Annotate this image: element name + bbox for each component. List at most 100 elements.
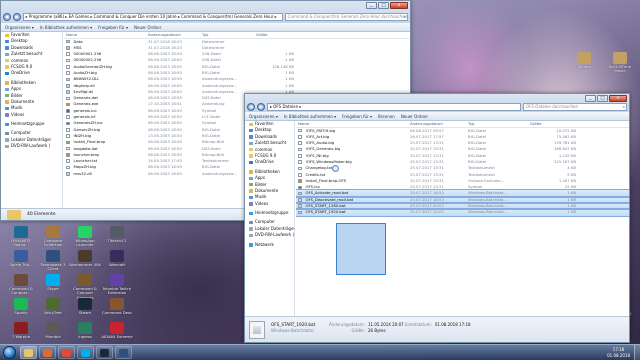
app-icon [78,322,92,334]
desktop-icon-warhammer-40k[interactable]: Warhammer 40K [68,250,102,267]
desktop-icon-dynamite-sound[interactable]: DYNAMITE Sound... [4,226,38,248]
app-icon [100,348,109,357]
toolbar-neuer-ordner-button[interactable]: Neuer Ordner [401,114,428,119]
desktop-icon-teamspeak-3-client[interactable]: Teamspeak 3 Client [36,250,70,272]
taskbar-teamspeak-button[interactable] [115,346,132,359]
desktop-icon-tomato[interactable]: Tomato [567,52,601,69]
desktop-icon-command-conquer[interactable]: Command & Conquer... [4,274,38,296]
column-header-gr-e[interactable]: Größe [528,121,576,127]
column-header-typ[interactable]: Typ [466,121,528,127]
desktop-icon-itchytree[interactable]: ItchyTree [36,298,70,315]
back-button[interactable]: ◀ [247,103,255,111]
desktop-icon-7-warpire[interactable]: 7 Warpire [4,322,38,339]
desktop-icon-mumble-twitch-extension[interactable]: Mumble Twitch Extension [100,274,134,296]
desktop-icon-spiele-trio[interactable]: Spiele Trio... [4,250,38,267]
address-bar[interactable]: ▸ OFS Dateien ▸ [267,103,521,111]
minimize-button[interactable]: _ [366,2,377,9]
app-icon [46,226,60,238]
navigation-pane[interactable]: Favoriten Desktop Downloads Zuletzt besucht… [1,32,63,208]
close-button[interactable]: x [609,95,627,102]
app-icon [43,348,52,357]
desktop-icon-command-desc[interactable]: Command Desc [100,298,134,315]
toolbar-neuer-ordner-button[interactable]: Neuer Ordner [134,25,161,30]
nav-item-heimnetzgruppe[interactable]: Heimnetzgruppe [1,121,62,127]
toolbar-organisieren-button[interactable]: Organisieren ▾ [249,114,278,119]
desktop-icon-steam[interactable]: Steam [68,298,102,315]
toolbar-in-bibliothek-aufnehmen-button[interactable]: In Bibliothek aufnehmen ▾ [284,114,336,119]
explorer-window-ofs[interactable]: _ □ x ◀ ▶ ▸ OFS Dateien ▸ OFS Dateien du… [244,93,630,343]
column-header-nderungsdatum[interactable]: Änderungsdatum [146,32,200,38]
show-desktop-button[interactable] [634,345,640,360]
file-icon [66,121,70,126]
column-header-nderungsdatum[interactable]: Änderungsdatum [408,121,466,127]
forward-button[interactable]: ▶ [257,103,265,111]
nav-item-dvd-rw-laufwerk[interactable]: DVD-RW-Laufwerk ( [1,143,62,149]
file-list[interactable]: Name Änderungsdatum Typ Größe !OFS_PATCH.bi… [296,121,629,316]
nav-item-onedrive[interactable]: OneDrive [245,159,294,165]
maximize-button[interactable]: □ [597,95,608,102]
file-icon [66,102,70,107]
desktop-icon-spotify[interactable]: Spotify [4,298,38,315]
library-icon [249,170,253,174]
app-icon [46,322,60,334]
desktop-icon-titanfall-2[interactable]: Titanfall 2 [100,226,134,243]
maximize-button[interactable]: □ [378,2,389,9]
column-header-name[interactable]: Name [64,32,146,38]
close-button[interactable]: x [390,2,408,9]
toolbar-in-bibliothek-aufnehmen-button[interactable]: In Bibliothek aufnehmen ▾ [40,25,92,30]
taskbar-steam-button[interactable] [96,346,113,359]
taskbar-chrome-button[interactable] [58,346,75,359]
folder-icon [249,148,253,152]
desktop-icon-itschilltime-movie[interactable]: ItsChillTime Movie [603,52,637,74]
taskbar-skype-button[interactable] [77,346,94,359]
computer-icon [5,131,9,136]
navigation-pane[interactable]: Favoriten Desktop Downloads Zuletzt besucht… [245,121,295,316]
desktop-icon-aida64-extreme[interactable]: AIDA64 Extreme [100,322,134,339]
file-icon [66,128,70,132]
desktop-icon-skype[interactable]: Skype [36,274,70,291]
search-input[interactable]: Command & Conquer(tm) Generals Zero Hour… [284,13,409,21]
file-icon [298,172,302,177]
toolbar-freigeben-f-r-button[interactable]: Freigeben für ▾ [342,114,372,119]
desktop-icon-label: Ingress [78,334,92,339]
desktop-icon-mumble[interactable]: Mumble [36,322,70,339]
file-icon [298,179,302,183]
folder-icon [249,154,253,158]
nav-item-netzwerk[interactable]: Netzwerk [245,242,294,248]
toolbar-organisieren-button[interactable]: Organisieren ▾ [5,25,34,30]
folder-icon [5,65,9,69]
taskbar-explorer-button[interactable] [20,346,37,359]
clock-date: 01.08.2018 [607,352,630,358]
search-input[interactable]: OFS Dateien durchsuchen ⌕ [523,103,627,111]
desktop-icon-warcraft[interactable]: Warcraft [100,250,134,267]
file-icon [298,185,302,190]
taskbar-media-player-button[interactable] [39,346,56,359]
start-button[interactable] [3,346,16,359]
nav-item-onedrive[interactable]: OneDrive [1,70,62,76]
address-bar[interactable]: ▸ Programme (x86) ▸ EA Games ▸ Command &… [22,13,283,21]
nav-item-videos[interactable]: Videos [1,112,62,118]
app-icon [62,348,71,357]
nav-item-videos[interactable]: Videos [245,201,294,207]
back-button[interactable]: ◀ [3,13,11,21]
desktop-icon-command-conquer-generals[interactable]: Command & Conquer Generals [68,274,102,300]
nav-item-heimnetzgruppe[interactable]: Heimnetzgruppe [245,210,294,216]
desktop-icon-label: ItsChillTime Movie [608,64,632,74]
cloud-icon [249,160,253,165]
nav-item-dvd-rw-laufwerk[interactable]: DVD-RW-Laufwerk ( [245,232,294,238]
desktop-icon-whatsapp-launcher[interactable]: WhatsApp Launcher [68,226,102,248]
clock[interactable]: 17:18 01.08.2018 [607,347,630,358]
toolbar-brennen-button[interactable]: Brennen [378,114,395,119]
search-placeholder: Command & Conquer(tm) Generals Zero Hour… [287,14,408,19]
toolbar-freigeben-f-r-button[interactable]: Freigeben für ▾ [98,25,128,30]
file-icon [298,154,302,158]
desktop-icon-ingress[interactable]: Ingress [68,322,102,339]
forward-button[interactable]: ▶ [12,13,21,21]
column-header-name[interactable]: Name [296,121,408,127]
column-header-typ[interactable]: Typ [200,32,254,38]
minimize-button[interactable]: _ [585,95,596,102]
column-header-gr-e[interactable]: Größe [254,32,294,38]
desktop-icon-complete-collection[interactable]: Complete Collection [36,226,70,248]
file-row[interactable]: OFS_START_1920.bat 25.07.2017 20:07 Window… [296,208,629,217]
file-icon [66,165,70,170]
